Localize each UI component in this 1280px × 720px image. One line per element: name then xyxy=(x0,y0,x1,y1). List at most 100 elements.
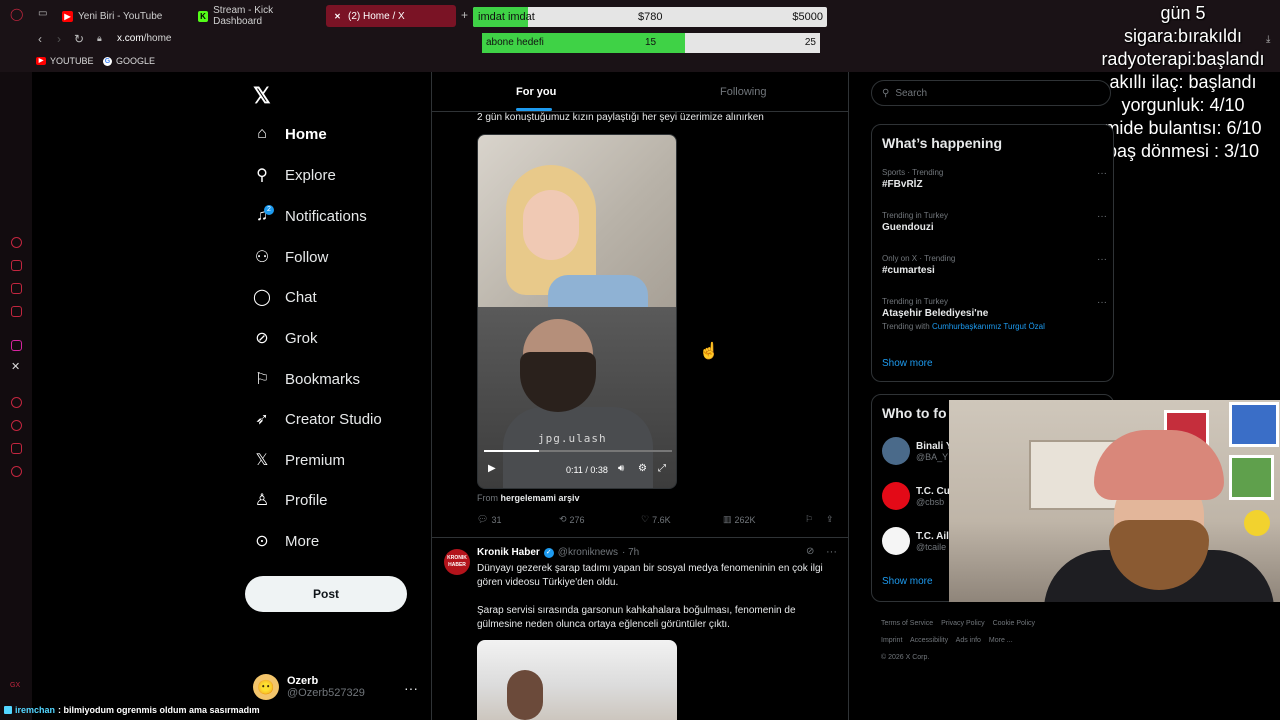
tweet-author-name[interactable]: Kronik Haber xyxy=(477,547,540,558)
show-more-link[interactable]: Show more xyxy=(882,358,933,369)
search-icon: ⚲ xyxy=(882,87,890,99)
share-button[interactable]: ⇪ xyxy=(826,514,834,525)
trend-name: #FBvRİZ xyxy=(882,179,923,190)
post-button[interactable]: Post xyxy=(245,576,407,612)
player-icon[interactable] xyxy=(11,397,22,408)
video-time: 0:11 / 0:38 xyxy=(566,465,608,475)
tab-x-home[interactable]: ✕ (2) Home / X xyxy=(326,5,456,27)
views-button[interactable]: ▥ 262K xyxy=(723,514,756,525)
tweet-media[interactable] xyxy=(477,640,677,720)
reply-button[interactable]: 💬︎ 31 xyxy=(477,514,501,525)
more-icon[interactable]: ··· xyxy=(1097,254,1107,265)
account-switcher[interactable]: 😶 Ozerb @Ozerb527329 xyxy=(253,674,365,700)
trend-item[interactable]: Sports · Trending #FBvRİZ ··· xyxy=(882,168,1107,190)
source-link[interactable]: hergelemami arşiv xyxy=(501,493,580,503)
more-icon[interactable]: ··· xyxy=(1097,211,1107,222)
reload-icon[interactable]: ↻ xyxy=(74,32,84,46)
grok-icon[interactable]: ⊘ xyxy=(806,546,814,557)
play-icon[interactable]: ▶ xyxy=(488,463,496,474)
avatar[interactable]: KRONIK HABER xyxy=(444,549,470,575)
nav-grok[interactable]: ⊘ Grok xyxy=(253,329,317,348)
tab-youtube[interactable]: ▶ Yeni Biri - YouTube xyxy=(56,5,186,27)
nav-creator-studio[interactable]: ➶ Creator Studio xyxy=(253,410,381,429)
tab-for-you[interactable]: For you xyxy=(516,86,556,98)
footer-link[interactable]: Imprint xyxy=(881,637,902,644)
bag-icon[interactable] xyxy=(11,260,22,271)
nav-follow[interactable]: ⚇ Follow xyxy=(253,248,329,267)
footer-link[interactable]: More ... xyxy=(989,637,1013,644)
nav-premium[interactable]: 𝕏 Premium xyxy=(253,451,345,470)
x-logo-icon[interactable]: 𝕏 xyxy=(253,83,271,109)
history-icon[interactable] xyxy=(11,237,22,248)
webcam-toy xyxy=(1244,510,1270,536)
show-more-link[interactable]: Show more xyxy=(882,576,933,587)
more-icon[interactable]: ··· xyxy=(826,546,837,558)
url-field[interactable]: x.com/home xyxy=(117,33,171,44)
instagram-icon[interactable] xyxy=(11,340,22,351)
volume-icon[interactable]: 🔊︎ xyxy=(618,463,624,474)
messenger-icon[interactable] xyxy=(11,283,22,294)
nav-label: Bookmarks xyxy=(285,370,361,388)
nav-label: Home xyxy=(285,125,327,143)
tab-kick[interactable]: K Stream - Kick Dashboard xyxy=(192,5,322,27)
follow-suggestion[interactable]: Binali Y @BA_Y xyxy=(882,437,953,465)
tweet-actions: 💬︎ 31 ⟲ 276 ♡ 7.6K ▥ 262K ⚐ ⇪ xyxy=(477,514,839,528)
bookmark-youtube[interactable]: ▶ YOUTUBE xyxy=(36,56,94,66)
trend-meta: Sports · Trending xyxy=(882,168,944,177)
settings-icon[interactable]: ⚙ xyxy=(638,463,647,474)
chat-bubble-icon[interactable] xyxy=(11,443,22,454)
footer-link[interactable]: Ads info xyxy=(956,637,981,644)
nav-chat[interactable]: ◯ Chat xyxy=(253,288,317,307)
more-icon[interactable]: ··· xyxy=(1097,297,1107,308)
tab-switcher-icon[interactable]: ▭ xyxy=(38,8,47,19)
nav-profile[interactable]: ♙ Profile xyxy=(253,491,328,510)
trend-related-prefix: Trending with xyxy=(882,322,930,331)
trend-item[interactable]: Trending in Turkey Ataşehir Belediyesi'n… xyxy=(882,297,1107,331)
search-box[interactable]: ⚲ xyxy=(871,80,1111,106)
footer-link[interactable]: Accessibility xyxy=(910,637,948,644)
trend-item[interactable]: Only on X · Trending #cumartesi ··· xyxy=(882,254,1107,276)
tweet-author-handle[interactable]: @kroniknews xyxy=(558,547,618,558)
trend-name: Ataşehir Belediyesi'ne xyxy=(882,308,989,319)
more-icon[interactable]: ··· xyxy=(1097,168,1107,179)
forward-icon[interactable]: › xyxy=(57,32,61,46)
video-frame-top xyxy=(478,135,676,315)
like-button[interactable]: ♡ 7.6K xyxy=(641,514,671,525)
donation-goal-current: $780 xyxy=(638,11,663,23)
follow-suggestion[interactable]: T.C. Cu @cbsb xyxy=(882,482,950,510)
footer-link[interactable]: Terms of Service xyxy=(881,620,933,627)
trend-related-link[interactable]: Cumhurbaşkanımız Turgut Özal xyxy=(932,322,1045,331)
footer-link[interactable]: Cookie Policy xyxy=(993,620,1035,627)
trend-name: Guendouzi xyxy=(882,222,934,233)
bookmark-button[interactable]: ⚐ xyxy=(805,514,813,525)
search-input[interactable] xyxy=(895,87,1096,99)
x-logo-icon: 𝕏 xyxy=(255,452,269,469)
fullscreen-icon[interactable]: ⤢ xyxy=(658,463,666,474)
settings-icon[interactable] xyxy=(11,466,22,477)
nav-more[interactable]: ⊙ More xyxy=(253,532,319,551)
tweet-text: Dünyayı gezerek şarap tadımı yapan bir s… xyxy=(477,562,837,632)
opera-logo-icon[interactable]: ◯ xyxy=(10,7,23,21)
mail-icon[interactable] xyxy=(11,306,22,317)
video-source: From hergelemami arşiv xyxy=(477,493,580,503)
bookmark-google[interactable]: G GOOGLE xyxy=(103,56,155,66)
video-player[interactable]: jpg.ulash ▶ 0:11 / 0:38 🔊︎ ⚙ ⤢ xyxy=(477,134,677,489)
footer-link[interactable]: Privacy Policy xyxy=(941,620,985,627)
repost-button[interactable]: ⟲ 276 xyxy=(559,514,585,525)
trend-meta: Only on X · Trending xyxy=(882,254,956,263)
video-progress-bar[interactable] xyxy=(484,450,672,452)
hand-cursor-icon: ☝ xyxy=(699,343,719,360)
nav-home[interactable]: ⌂ Home xyxy=(253,125,327,143)
back-icon[interactable]: ‹ xyxy=(38,32,42,46)
tab-following[interactable]: Following xyxy=(720,86,766,98)
more-icon[interactable]: ··· xyxy=(404,680,418,696)
nav-bookmarks[interactable]: ⚐ Bookmarks xyxy=(253,370,361,389)
new-tab-icon[interactable]: + xyxy=(461,8,468,22)
clock-icon[interactable] xyxy=(11,420,22,431)
follow-suggestion[interactable]: T.C. Ail @tcaile xyxy=(882,527,949,555)
nav-explore[interactable]: ⚲ Explore xyxy=(253,166,336,185)
gx-icon[interactable]: GX xyxy=(10,682,20,689)
trend-item[interactable]: Trending in Turkey Guendouzi ··· xyxy=(882,211,1107,233)
x-logo-icon[interactable]: ✕ xyxy=(11,360,20,373)
heart-icon: ♡ xyxy=(641,514,650,524)
